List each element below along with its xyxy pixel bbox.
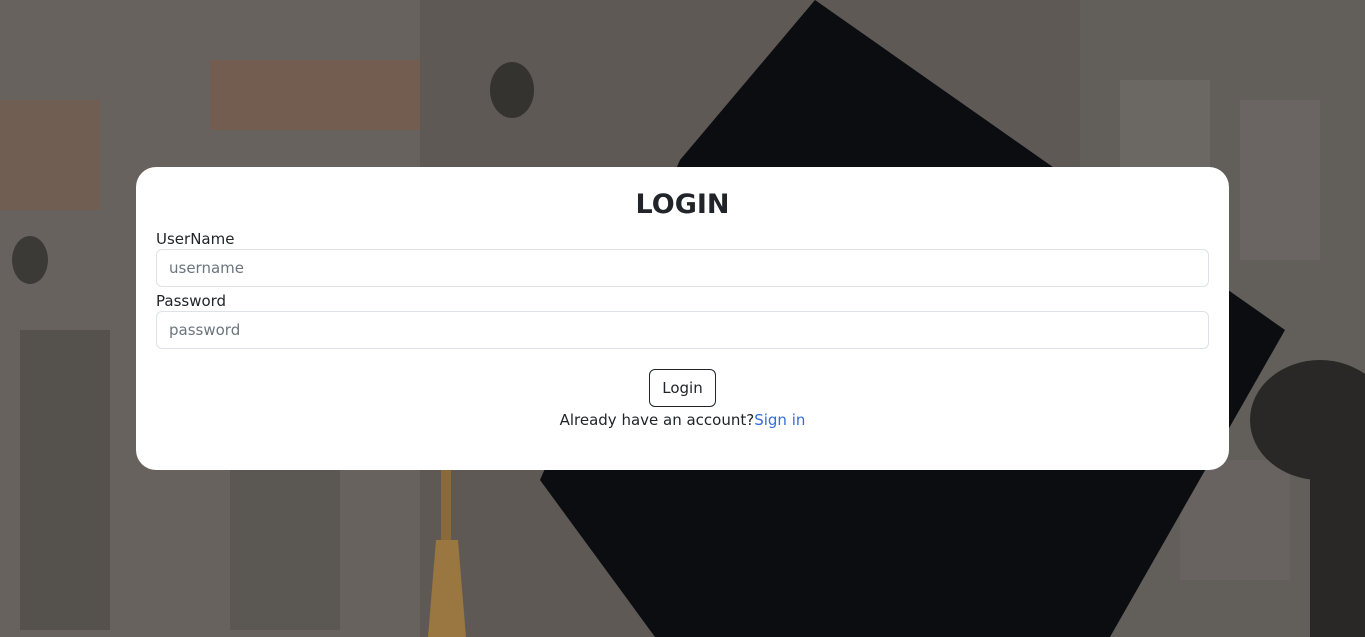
username-label: UserName — [156, 230, 235, 248]
login-button-row: Login — [156, 369, 1209, 407]
login-button[interactable]: Login — [649, 369, 716, 407]
login-title: LOGIN — [635, 189, 730, 220]
password-label: Password — [156, 292, 227, 310]
login-card: LOGIN UserName Password Login Already ha… — [136, 167, 1229, 470]
signin-prompt: Already have an account?Sign in — [156, 410, 1209, 430]
password-input[interactable] — [156, 311, 1209, 349]
account-prompt-text: Already have an account? — [559, 411, 755, 429]
signin-link[interactable]: Sign in — [754, 411, 805, 429]
username-input[interactable] — [156, 249, 1209, 287]
